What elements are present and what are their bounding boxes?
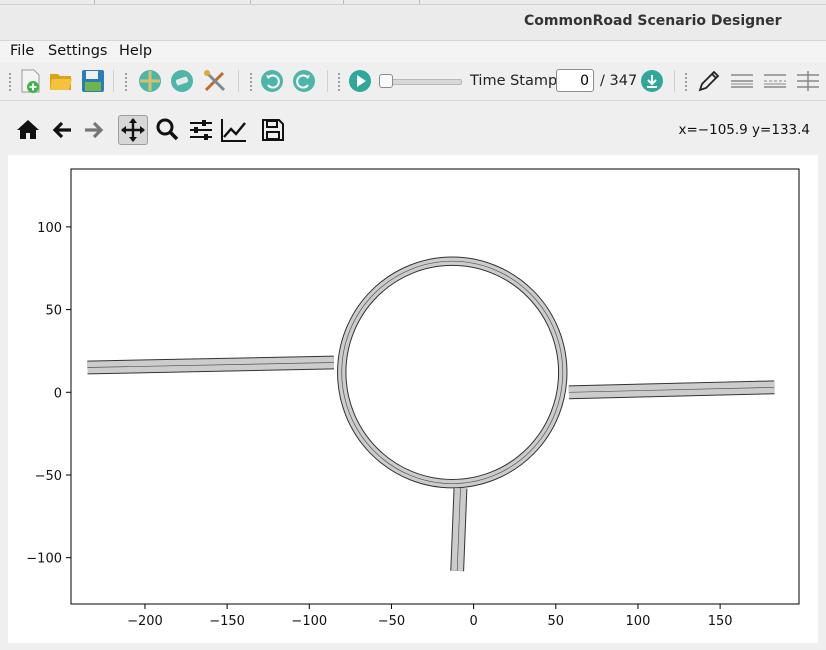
roundabout-ring-surface	[338, 257, 567, 488]
open-folder-icon[interactable]	[48, 68, 74, 94]
x-tick-label: 0	[469, 614, 477, 629]
redo-icon[interactable]	[291, 68, 317, 94]
menu-file[interactable]: File	[10, 43, 34, 59]
toolbar-grip-4[interactable]	[337, 72, 341, 92]
pan-icon[interactable]	[118, 115, 148, 145]
toolbar-grip-3[interactable]	[249, 72, 253, 92]
x-tick-label: −100	[291, 614, 327, 629]
x-tick-label: 50	[548, 614, 565, 629]
home-icon[interactable]	[13, 115, 43, 145]
back-icon[interactable]	[47, 115, 77, 145]
menu-settings[interactable]: Settings	[48, 43, 107, 59]
time-slider-track[interactable]	[382, 79, 462, 85]
title-bar-top-strip	[0, 0, 826, 5]
time-stamp-total: / 347	[600, 73, 638, 89]
lane-lines-cross-icon[interactable]	[795, 68, 821, 94]
export-icon[interactable]	[639, 68, 665, 94]
y-tick-label: −100	[26, 552, 62, 567]
menu-bar: File Settings Help	[0, 40, 826, 63]
lane-lines-icon[interactable]	[729, 68, 755, 94]
crosshair-icon[interactable]	[137, 68, 163, 94]
y-tick-label: 50	[45, 304, 62, 319]
cursor-coordinates: x=−105.9 y=133.4	[678, 122, 811, 138]
eraser-icon[interactable]	[169, 68, 195, 94]
undo-icon[interactable]	[259, 68, 285, 94]
title-bar: CommonRoad Scenario Designer	[0, 0, 826, 40]
configure-subplots-icon[interactable]	[186, 115, 216, 145]
menu-help[interactable]: Help	[119, 43, 152, 59]
x-tick-label: 150	[708, 614, 733, 629]
x-tick-label: −200	[127, 614, 163, 629]
forward-icon[interactable]	[79, 115, 109, 145]
zoom-icon[interactable]	[153, 115, 183, 145]
save-icon[interactable]	[80, 68, 106, 94]
x-tick-label: 100	[626, 614, 651, 629]
plot-canvas[interactable]: −200 −150 −100 −50 0 50 100 150 100 50 0 −50 −100	[8, 155, 818, 643]
lane-lines-split-icon[interactable]	[762, 68, 788, 94]
main-toolbar: Time Stamp: / 347	[0, 62, 826, 101]
time-stamp-label: Time Stamp:	[470, 73, 563, 89]
x-tick-label: −150	[209, 614, 245, 629]
toolbar-grip[interactable]	[8, 72, 12, 92]
time-stamp-input[interactable]	[556, 69, 594, 92]
time-slider-handle[interactable]	[379, 74, 393, 88]
road-network-plot[interactable]: −200 −150 −100 −50 0 50 100 150 100 50 0 −50 −100	[8, 155, 818, 643]
edit-axis-icon[interactable]	[219, 115, 249, 145]
toolbar-grip-5[interactable]	[684, 72, 688, 92]
toolbar-grip-2[interactable]	[124, 72, 128, 92]
new-file-icon[interactable]	[18, 68, 44, 94]
y-tick-label: 0	[54, 386, 62, 401]
x-tick-label: −50	[378, 614, 405, 629]
tools-icon[interactable]	[202, 68, 228, 94]
pencil-icon[interactable]	[696, 68, 722, 94]
play-icon[interactable]	[347, 68, 373, 94]
y-tick-label: 100	[37, 221, 62, 236]
window-title: CommonRoad Scenario Designer	[524, 13, 782, 29]
y-tick-label: −50	[35, 469, 62, 484]
save-figure-icon[interactable]	[258, 115, 288, 145]
plot-navigation-toolbar: x=−105.9 y=133.4	[0, 101, 826, 155]
